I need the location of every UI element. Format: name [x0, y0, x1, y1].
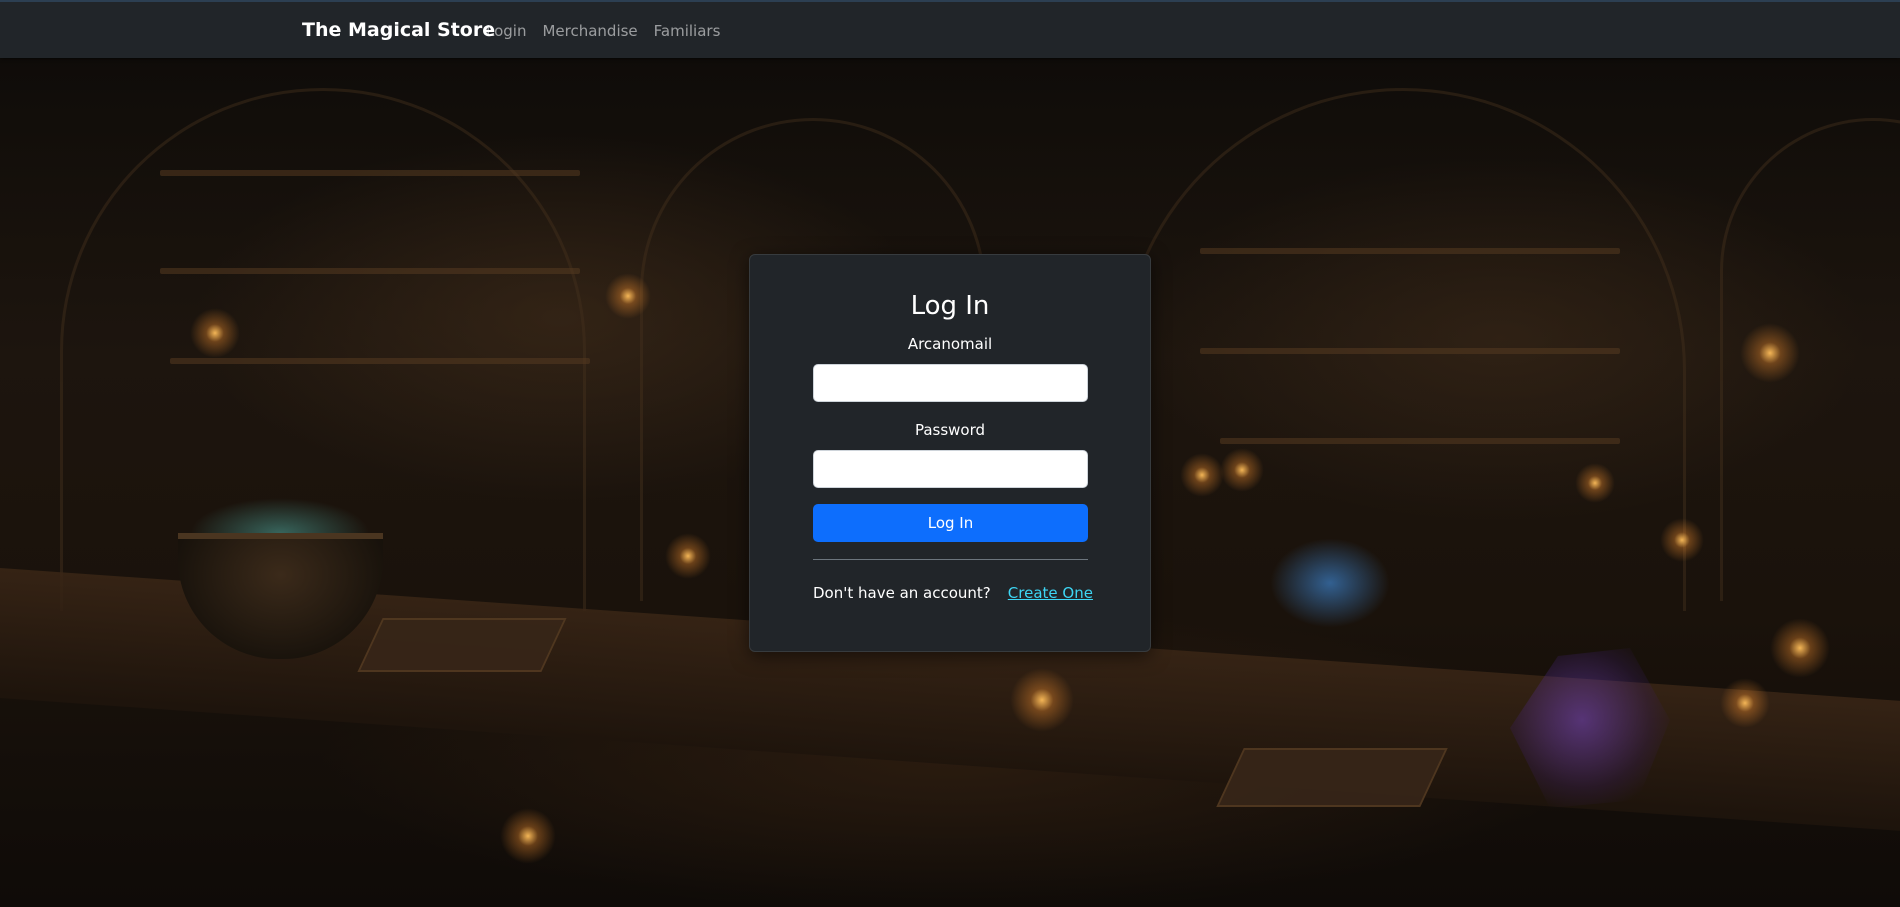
candle-glow: [500, 808, 556, 864]
background-shelf: [1200, 248, 1620, 254]
email-label: Arcanomail: [907, 335, 993, 353]
email-input[interactable]: [813, 364, 1088, 402]
candle-glow: [665, 533, 711, 579]
candle-glow: [1660, 518, 1704, 562]
nav-link-familiars[interactable]: Familiars: [654, 22, 721, 40]
background-shelf: [160, 268, 580, 274]
nav-links: Login Merchandise Familiars: [486, 22, 720, 40]
login-title: Log In: [910, 291, 990, 321]
candle-glow: [1010, 668, 1074, 732]
candle-glow: [1220, 448, 1264, 492]
candle-glow: [1770, 618, 1830, 678]
signup-row: Don't have an account? Create One: [813, 584, 1093, 602]
candle-glow: [190, 308, 240, 358]
book: [1216, 748, 1448, 807]
navbar: The Magical Store Login Merchandise Fami…: [0, 0, 1900, 58]
divider: [813, 559, 1088, 560]
background-shelf: [1200, 348, 1620, 354]
login-button[interactable]: Log In: [813, 504, 1088, 542]
candle-glow: [1575, 463, 1615, 503]
background-shelf: [160, 170, 580, 176]
background-shelf: [170, 358, 590, 364]
create-account-link[interactable]: Create One: [1008, 584, 1093, 602]
candle-glow: [1720, 678, 1770, 728]
password-label: Password: [914, 421, 986, 439]
background-shelf: [1220, 438, 1620, 444]
password-input[interactable]: [813, 450, 1088, 488]
login-card: Log In Arcanomail Password Log In Don't …: [749, 254, 1151, 652]
candle-glow: [605, 273, 651, 319]
book: [357, 618, 567, 672]
candle-glow: [1180, 453, 1224, 497]
brand-link[interactable]: The Magical Store: [302, 19, 495, 41]
nav-link-login[interactable]: Login: [486, 22, 526, 40]
signup-prompt: Don't have an account?: [813, 584, 991, 602]
nav-link-merchandise[interactable]: Merchandise: [542, 22, 637, 40]
candle-glow: [1740, 323, 1800, 383]
blue-crystal: [1270, 538, 1390, 628]
